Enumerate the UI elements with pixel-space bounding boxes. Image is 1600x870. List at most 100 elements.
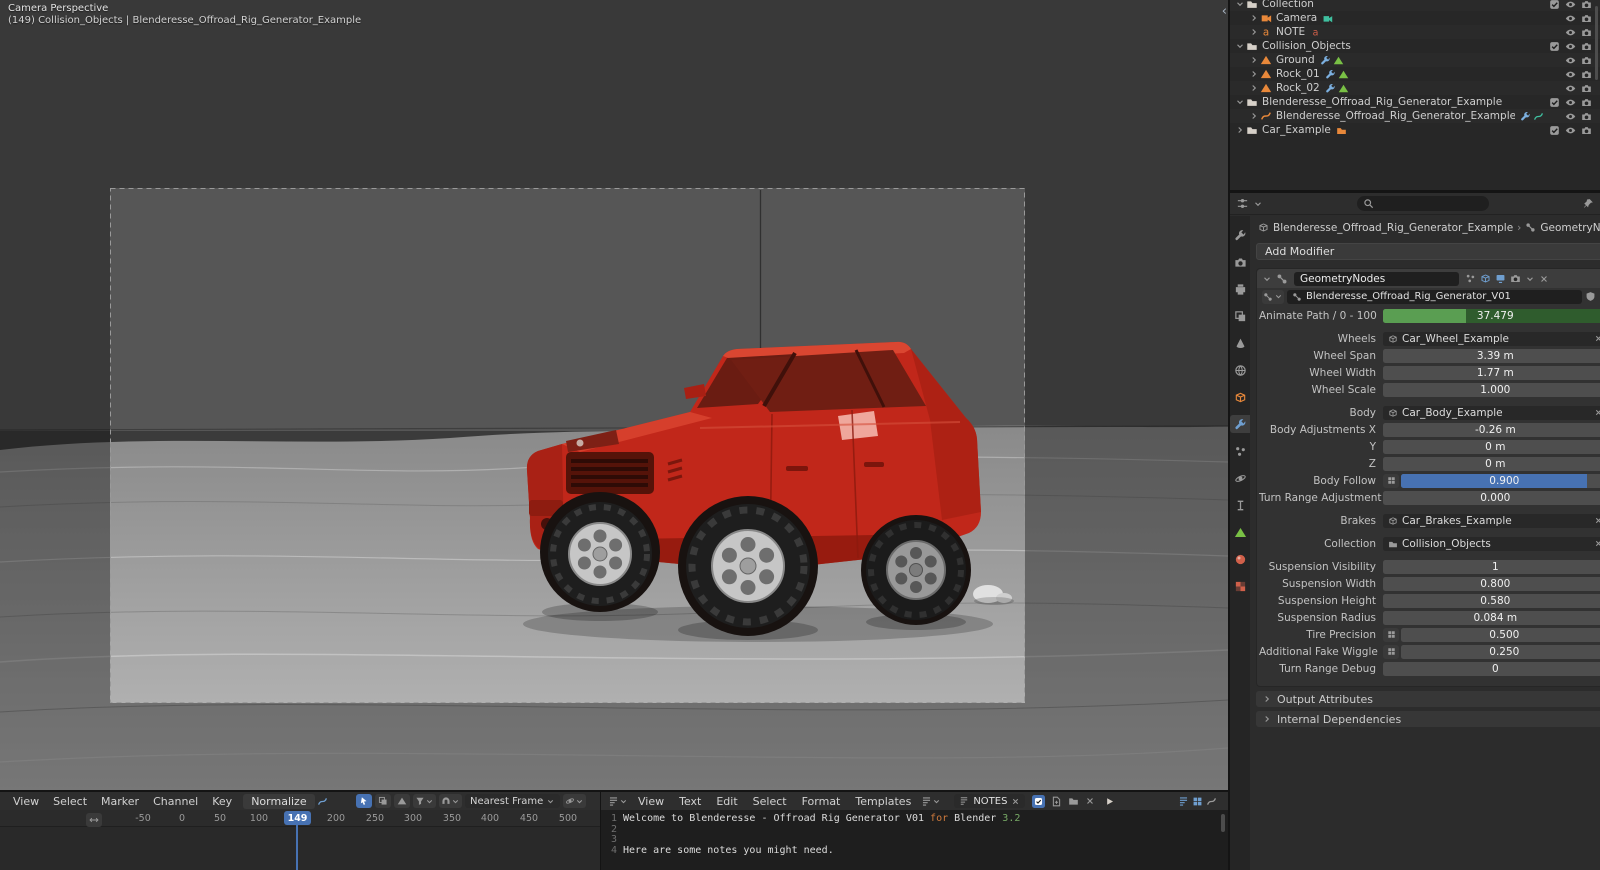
text-editor-scrollbar[interactable] <box>1221 814 1225 832</box>
expand-icon[interactable] <box>1262 274 1272 284</box>
outliner-row-ground[interactable]: Ground <box>1230 53 1600 67</box>
exclude-checkbox-icon[interactable] <box>1549 0 1560 10</box>
filter-funnel-icon[interactable] <box>413 794 436 808</box>
normalize-options-icon[interactable] <box>315 794 331 808</box>
wheels-object-field[interactable]: Car_Wheel_Example <box>1383 331 1600 346</box>
playhead-line[interactable] <box>296 825 298 870</box>
wheel-span-field[interactable]: 3.39 m <box>1383 348 1600 363</box>
wheel-scale-field[interactable]: 1.000 <box>1383 382 1600 397</box>
menu-edit[interactable]: Edit <box>709 795 744 808</box>
outliner-item-label[interactable]: Blenderesse_Offroad_Rig_Generator_Exampl… <box>1262 96 1502 108</box>
outliner-row-rock-02[interactable]: Rock_02 <box>1230 81 1600 95</box>
expand-icon[interactable] <box>1234 97 1246 107</box>
hide-eye-icon[interactable] <box>1565 0 1576 10</box>
fake-user-shield-icon[interactable] <box>1585 291 1596 302</box>
menu-templates[interactable]: Templates <box>848 795 918 808</box>
hide-eye-icon[interactable] <box>1565 111 1576 122</box>
snap-mode-dropdown[interactable]: Nearest Frame <box>465 794 561 808</box>
outliner-row-rock-01[interactable]: Rock_01 <box>1230 67 1600 81</box>
camera-visibility-icon[interactable] <box>1581 125 1592 136</box>
suspension-radius-field[interactable]: 0.084 m <box>1383 610 1600 625</box>
hide-eye-icon[interactable] <box>1565 125 1576 136</box>
outliner-item-label[interactable]: Blenderesse_Offroad_Rig_Generator_Exampl… <box>1276 110 1515 122</box>
outliner-item-label[interactable]: Collision_Objects <box>1262 40 1351 52</box>
body-adjust-x-field[interactable]: -0.26 m <box>1383 422 1600 437</box>
text-editor[interactable]: View Text Edit Select Format Templates N… <box>601 792 1228 870</box>
outliner-item-label[interactable]: Car_Example <box>1262 124 1331 136</box>
menu-view[interactable]: View <box>631 795 671 808</box>
close-icon[interactable] <box>1539 274 1549 284</box>
menu-format[interactable]: Format <box>795 795 848 808</box>
brakes-object-field[interactable]: Car_Brakes_Example <box>1383 513 1600 528</box>
hide-eye-icon[interactable] <box>1565 27 1576 38</box>
extras-dropdown-icon[interactable] <box>1525 274 1535 284</box>
additional-fake-wiggle-field[interactable]: 0.250 <box>1401 644 1600 659</box>
suspension-width-field[interactable]: 0.800 <box>1383 576 1600 591</box>
close-icon[interactable] <box>1085 796 1095 806</box>
hide-eye-icon[interactable] <box>1565 69 1576 80</box>
edit-mode-toggle-icon[interactable] <box>1480 273 1491 284</box>
tire-precision-field[interactable]: 0.500 <box>1401 627 1600 642</box>
outliner-panel[interactable]: Collection Camera NOTE Collision_Objects… <box>1230 0 1600 190</box>
wheel-width-field[interactable]: 1.77 m <box>1383 365 1600 380</box>
outliner-row-rig-object[interactable]: Blenderesse_Offroad_Rig_Generator_Exampl… <box>1230 109 1600 123</box>
clear-x-icon[interactable] <box>1594 408 1600 417</box>
clear-x-icon[interactable] <box>1594 539 1600 548</box>
tab-material[interactable] <box>1230 550 1250 568</box>
camera-visibility-icon[interactable] <box>1581 13 1592 24</box>
menu-text[interactable]: Text <box>672 795 708 808</box>
current-frame-badge[interactable]: 149 <box>284 811 311 825</box>
node-group-browse-button[interactable] <box>1262 289 1284 304</box>
chevron-down-icon[interactable] <box>1253 199 1263 209</box>
expand-icon[interactable] <box>1234 0 1246 9</box>
modifier-name-field[interactable]: GeometryNodes <box>1294 271 1459 286</box>
tab-world[interactable] <box>1230 361 1250 379</box>
section-internal-dependencies[interactable]: Internal Dependencies <box>1256 711 1600 727</box>
tab-texture[interactable] <box>1230 577 1250 595</box>
exclude-checkbox-icon[interactable] <box>1549 97 1560 108</box>
expand-icon[interactable] <box>1248 13 1260 23</box>
unlink-icon[interactable] <box>1011 797 1020 806</box>
snap-magnet-icon[interactable] <box>439 794 462 808</box>
register-checkbox[interactable] <box>1032 794 1046 808</box>
proportional-editing-icon[interactable] <box>563 794 587 808</box>
outliner-item-label[interactable]: Ground <box>1276 54 1315 66</box>
tab-object-data[interactable] <box>1230 523 1250 541</box>
tab-physics[interactable] <box>1230 469 1250 487</box>
tab-render[interactable] <box>1230 253 1250 271</box>
menu-key[interactable]: Key <box>205 795 239 808</box>
exclude-checkbox-icon[interactable] <box>1549 41 1560 52</box>
exclude-checkbox-icon[interactable] <box>1549 125 1560 136</box>
expand-icon[interactable] <box>1248 69 1260 79</box>
open-folder-icon[interactable] <box>1068 796 1079 807</box>
camera-visibility-icon[interactable] <box>1581 69 1592 80</box>
outliner-row-car-example[interactable]: Car_Example <box>1230 123 1600 137</box>
outliner-scrollbar[interactable] <box>1595 6 1598 80</box>
camera-visibility-icon[interactable] <box>1581 27 1592 38</box>
editor-type-icon[interactable] <box>606 794 630 808</box>
attribute-toggle-icon[interactable] <box>1383 627 1399 642</box>
properties-editor-icon[interactable] <box>1236 197 1249 210</box>
node-group-field[interactable]: Blenderesse_Offroad_Rig_Generator_V01 <box>1287 289 1582 304</box>
warning-mode-icon[interactable] <box>394 794 410 808</box>
pin-icon[interactable] <box>1583 198 1594 209</box>
breadcrumb-modifier[interactable]: GeometryNodes <box>1540 222 1600 234</box>
tab-constraints[interactable] <box>1230 496 1250 514</box>
camera-visibility-icon[interactable] <box>1581 111 1592 122</box>
expand-icon[interactable] <box>1248 27 1260 37</box>
tab-view-layer[interactable] <box>1230 307 1250 325</box>
menu-marker[interactable]: Marker <box>94 795 146 808</box>
render-toggle-icon[interactable] <box>1510 273 1521 284</box>
camera-visibility-icon[interactable] <box>1581 97 1592 108</box>
hide-eye-icon[interactable] <box>1565 55 1576 66</box>
animate-path-slider[interactable]: 37.479 <box>1383 308 1600 323</box>
tab-scene[interactable] <box>1230 334 1250 352</box>
on-cage-toggle-icon[interactable] <box>1465 273 1476 284</box>
frame-jump-icon[interactable] <box>86 813 102 827</box>
word-wrap-icon[interactable] <box>1206 796 1217 807</box>
run-script-icon[interactable] <box>1104 796 1115 807</box>
tab-tool[interactable] <box>1230 226 1250 244</box>
body-adjust-y-field[interactable]: 0 m <box>1383 439 1600 454</box>
overlay-mode-icon[interactable] <box>375 794 391 808</box>
expand-icon[interactable] <box>1234 125 1246 135</box>
